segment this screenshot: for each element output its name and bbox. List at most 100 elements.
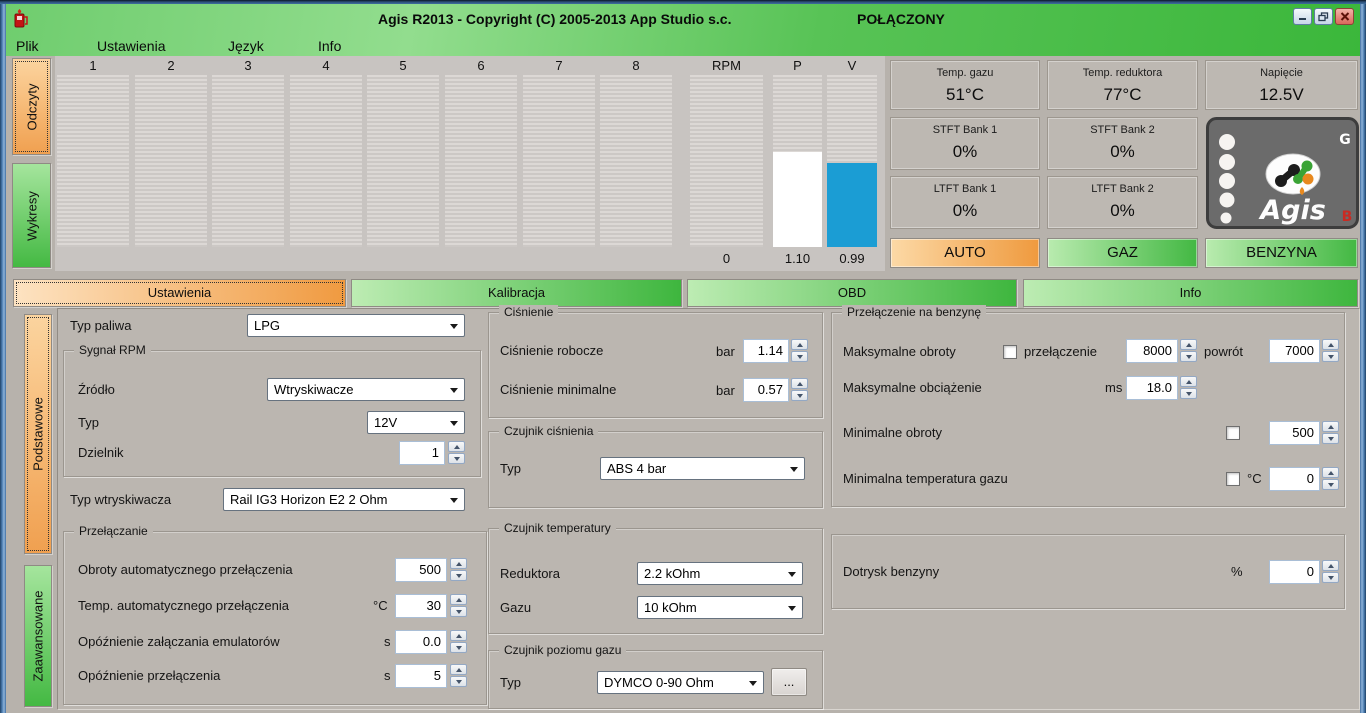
bar-track	[827, 75, 877, 247]
side-tab-wykresy-label: Wykresy	[24, 191, 39, 241]
spin-up-button[interactable]	[450, 664, 467, 675]
spin-down-button[interactable]	[450, 570, 467, 581]
spin-up-button[interactable]	[1180, 376, 1197, 387]
readout-ltft-bank2: LTFT Bank 20%	[1047, 176, 1198, 229]
menu-info[interactable]: Info	[318, 36, 341, 56]
spin-up-button[interactable]	[450, 594, 467, 605]
max-rpm-input[interactable]: 8000	[1126, 339, 1178, 363]
side-tab-odczyty[interactable]: Odczyty	[12, 58, 51, 155]
gas-level-more-button[interactable]: ...	[771, 668, 807, 696]
rpm-source-select[interactable]: Wtryskiwacze	[267, 378, 465, 401]
readout-label: Temp. reduktora	[1048, 67, 1197, 79]
mode-button-gaz[interactable]: GAZ	[1047, 238, 1198, 268]
tab-kalibracja[interactable]: Kalibracja	[351, 279, 682, 307]
bar-track	[135, 75, 207, 247]
spin-down-button[interactable]	[791, 390, 808, 401]
agis-logo: G Agis B	[1206, 117, 1359, 234]
auto-switch-temp-input[interactable]: 30	[395, 594, 447, 618]
window-title: Agis R2013 - Copyright (C) 2005-2013 App…	[378, 11, 731, 27]
tab-obd[interactable]: OBD	[687, 279, 1017, 307]
spin-up-button[interactable]	[1180, 339, 1197, 350]
minimize-button[interactable]	[1293, 8, 1312, 25]
switch-delay-input[interactable]: 5	[395, 664, 447, 688]
auto-switch-temp-label: Temp. automatycznego przełączenia	[78, 594, 289, 618]
max-rpm-switch-label: przełączenie	[1024, 340, 1097, 364]
bar-value-rpm: 0	[680, 251, 773, 266]
min-rpm-checkbox[interactable]	[1226, 426, 1240, 440]
readout-label: LTFT Bank 2	[1048, 183, 1197, 195]
max-load-input[interactable]: 18.0	[1126, 376, 1178, 400]
auto-switch-rpm-input[interactable]: 500	[395, 558, 447, 582]
spin-up-button[interactable]	[1322, 421, 1339, 432]
combo-value: Wtryskiwacze	[268, 379, 464, 400]
spin-down-button[interactable]	[448, 453, 465, 464]
spin-down-button[interactable]	[450, 606, 467, 617]
bar-label: 7	[523, 58, 595, 73]
app-icon	[12, 8, 30, 35]
min-pressure-unit: bar	[716, 379, 735, 403]
readout-value: 0%	[1048, 142, 1197, 162]
max-rpm-switch-checkbox[interactable]	[1003, 345, 1017, 359]
max-rpm-return-input[interactable]: 7000	[1269, 339, 1320, 363]
min-gas-temp-checkbox[interactable]	[1226, 472, 1240, 486]
tab-info[interactable]: Info	[1023, 279, 1358, 307]
injector-type-select[interactable]: Rail IG3 Horizon E2 2 Ohm	[223, 488, 465, 511]
spin-down-button[interactable]	[1322, 572, 1339, 583]
spin-up-button[interactable]	[1322, 467, 1339, 478]
arrow-down-icon	[454, 457, 460, 461]
spin-up-button[interactable]	[448, 441, 465, 452]
side-tab-wykresy[interactable]: Wykresy	[12, 163, 51, 268]
reducer-temp-sensor-select[interactable]: 2.2 kOhm	[637, 562, 803, 585]
min-pressure-input[interactable]: 0.57	[743, 378, 789, 402]
petrol-injection-input[interactable]: 0	[1269, 560, 1320, 584]
emulator-delay-unit: s	[384, 630, 391, 654]
emulator-delay-input[interactable]: 0.0	[395, 630, 447, 654]
menu-ustawienia[interactable]: Ustawienia	[97, 36, 165, 56]
spin-up-button[interactable]	[791, 339, 808, 350]
tab-ustawienia[interactable]: Ustawienia	[13, 279, 346, 307]
spin-up-button[interactable]	[450, 630, 467, 641]
spin-down-button[interactable]	[1322, 351, 1339, 362]
working-pressure-input[interactable]: 1.14	[743, 339, 789, 363]
menu-plik[interactable]: Plik	[16, 36, 39, 56]
arrow-up-icon	[1328, 425, 1334, 429]
bar-track	[212, 75, 284, 247]
switch-delay-spinner	[450, 664, 467, 688]
spin-up-button[interactable]	[450, 558, 467, 569]
spin-down-button[interactable]	[1180, 351, 1197, 362]
spin-down-button[interactable]	[1322, 479, 1339, 490]
side-tab-zaawansowane-label: Zaawansowane	[31, 590, 46, 681]
spin-up-button[interactable]	[791, 378, 808, 389]
pressure-sensor-type-label: Typ	[500, 457, 521, 481]
pressure-sensor-select[interactable]: ABS 4 bar	[600, 457, 805, 480]
menu-jezyk[interactable]: Język	[228, 36, 264, 56]
spin-down-button[interactable]	[1322, 433, 1339, 444]
rpm-divider-input[interactable]: 1	[399, 441, 445, 465]
min-rpm-spinner	[1322, 421, 1339, 445]
fuel-type-select[interactable]: LPG	[247, 314, 465, 337]
side-tab-podstawowe[interactable]: Podstawowe	[24, 314, 52, 554]
gas-level-sensor-select[interactable]: DYMCO 0-90 Ohm	[597, 671, 764, 694]
bar-fill-vacuum	[827, 163, 877, 247]
min-pressure-spinner	[791, 378, 808, 402]
window-controls	[1293, 8, 1354, 25]
spin-down-button[interactable]	[791, 351, 808, 362]
chevron-down-icon	[450, 388, 458, 393]
spin-up-button[interactable]	[1322, 560, 1339, 571]
mode-button-auto[interactable]: AUTO	[890, 238, 1040, 268]
min-gas-temp-input[interactable]: 0	[1269, 467, 1320, 491]
mode-button-benzyna[interactable]: BENZYNA	[1205, 238, 1358, 268]
group-title: Czujnik temperatury	[499, 521, 616, 535]
side-tab-zaawansowane[interactable]: Zaawansowane	[24, 565, 52, 707]
close-button[interactable]	[1335, 8, 1354, 25]
spin-up-button[interactable]	[1322, 339, 1339, 350]
gas-temp-sensor-select[interactable]: 10 kOhm	[637, 596, 803, 619]
rpm-type-select[interactable]: 12V	[367, 411, 465, 434]
min-rpm-input[interactable]: 500	[1269, 421, 1320, 445]
bar-column-1: 1	[57, 56, 129, 271]
bar-track	[523, 75, 595, 247]
spin-down-button[interactable]	[1180, 388, 1197, 399]
spin-down-button[interactable]	[450, 642, 467, 653]
restore-button[interactable]	[1314, 8, 1333, 25]
spin-down-button[interactable]	[450, 676, 467, 687]
